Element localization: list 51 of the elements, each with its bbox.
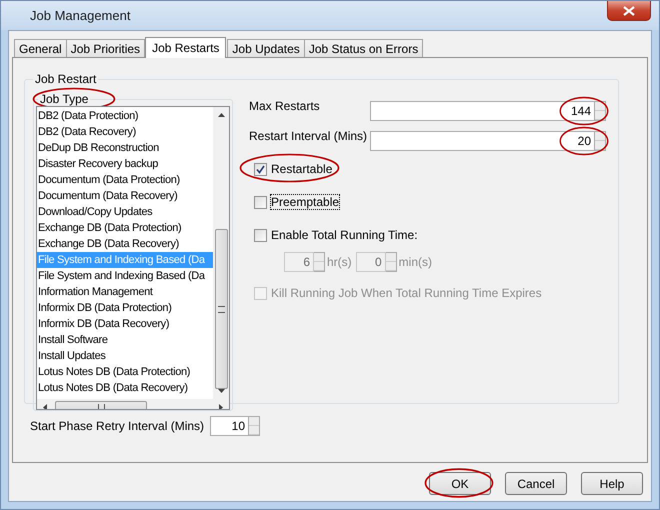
right-arrow-icon (219, 404, 223, 409)
list-item[interactable]: Install Updates (37, 348, 213, 364)
scrollbar[interactable] (213, 107, 229, 399)
close-icon (623, 6, 635, 16)
number-field[interactable]: 20 (370, 131, 595, 151)
checkbox-label[interactable]: Preemptable (271, 195, 340, 209)
list-item[interactable]: Documentum (Data Recovery) (37, 188, 213, 204)
tab[interactable]: Job Priorities (66, 39, 146, 57)
list-item[interactable]: Exchange DB (Data Protection) (37, 220, 213, 236)
checkbox[interactable] (254, 228, 267, 242)
tab[interactable]: Job Status on Errors (304, 39, 424, 57)
spin-buttons[interactable] (595, 101, 606, 121)
number-field[interactable]: 144 (370, 101, 595, 121)
list-item[interactable]: Disaster Recovery backup (37, 156, 213, 172)
list-item[interactable]: Lotus Notes DB (Data Recovery) (37, 380, 213, 396)
checkbox-label[interactable]: Enable Total Running Time: (271, 228, 418, 242)
tab[interactable]: Job Updates (227, 39, 305, 57)
number-field[interactable]: 10 (210, 416, 249, 436)
tab[interactable]: General (14, 39, 67, 57)
field-label: Max Restarts (249, 98, 320, 113)
group-title: Job Type (40, 92, 88, 106)
list-item[interactable]: Informix DB (Data Recovery) (37, 316, 213, 332)
dialog-button[interactable]: Cancel (505, 472, 567, 495)
left-arrow-icon (43, 404, 47, 409)
group-title: Job Restart (34, 72, 98, 86)
close-button[interactable] (607, 1, 651, 21)
list-item[interactable]: Informix DB (Data Protection) (37, 300, 213, 316)
list-item[interactable]: Information Management (37, 284, 213, 300)
spin-buttons[interactable] (595, 131, 606, 151)
list-item[interactable]: Download/Copy Updates (37, 204, 213, 220)
list-item[interactable]: DeDup DB Reconstruction (37, 140, 213, 156)
scroll-thumb[interactable] (214, 229, 228, 389)
list-item[interactable]: File System and Indexing Based (Da (37, 268, 213, 284)
list-item[interactable]: Install Software (37, 332, 213, 348)
tab[interactable]: Job Restarts (145, 37, 226, 58)
list-item[interactable]: Lotus Notes DB (Data Protection) (37, 364, 213, 380)
dialog-button[interactable]: OK (429, 472, 491, 495)
unit-label: min(s) (398, 255, 432, 269)
field-label: Start Phase Retry Interval (Mins) (30, 419, 206, 433)
field-label: Restart Interval (Mins) (249, 128, 368, 143)
list-item[interactable]: DB2 (Data Recovery) (37, 124, 213, 140)
window-title: Job Management (30, 8, 130, 23)
up-arrow-icon (218, 113, 224, 117)
list-item[interactable]: Documentum (Data Protection) (37, 172, 213, 188)
checkbox[interactable] (254, 162, 267, 176)
checkbox[interactable] (254, 196, 267, 208)
dialog-button[interactable]: Help (581, 472, 643, 495)
unit-label: hr(s) (327, 255, 352, 269)
list-item[interactable]: DB2 (Data Protection) (37, 108, 213, 124)
down-arrow-icon (218, 389, 224, 393)
list-item[interactable]: Exchange DB (Data Recovery) (37, 236, 213, 252)
